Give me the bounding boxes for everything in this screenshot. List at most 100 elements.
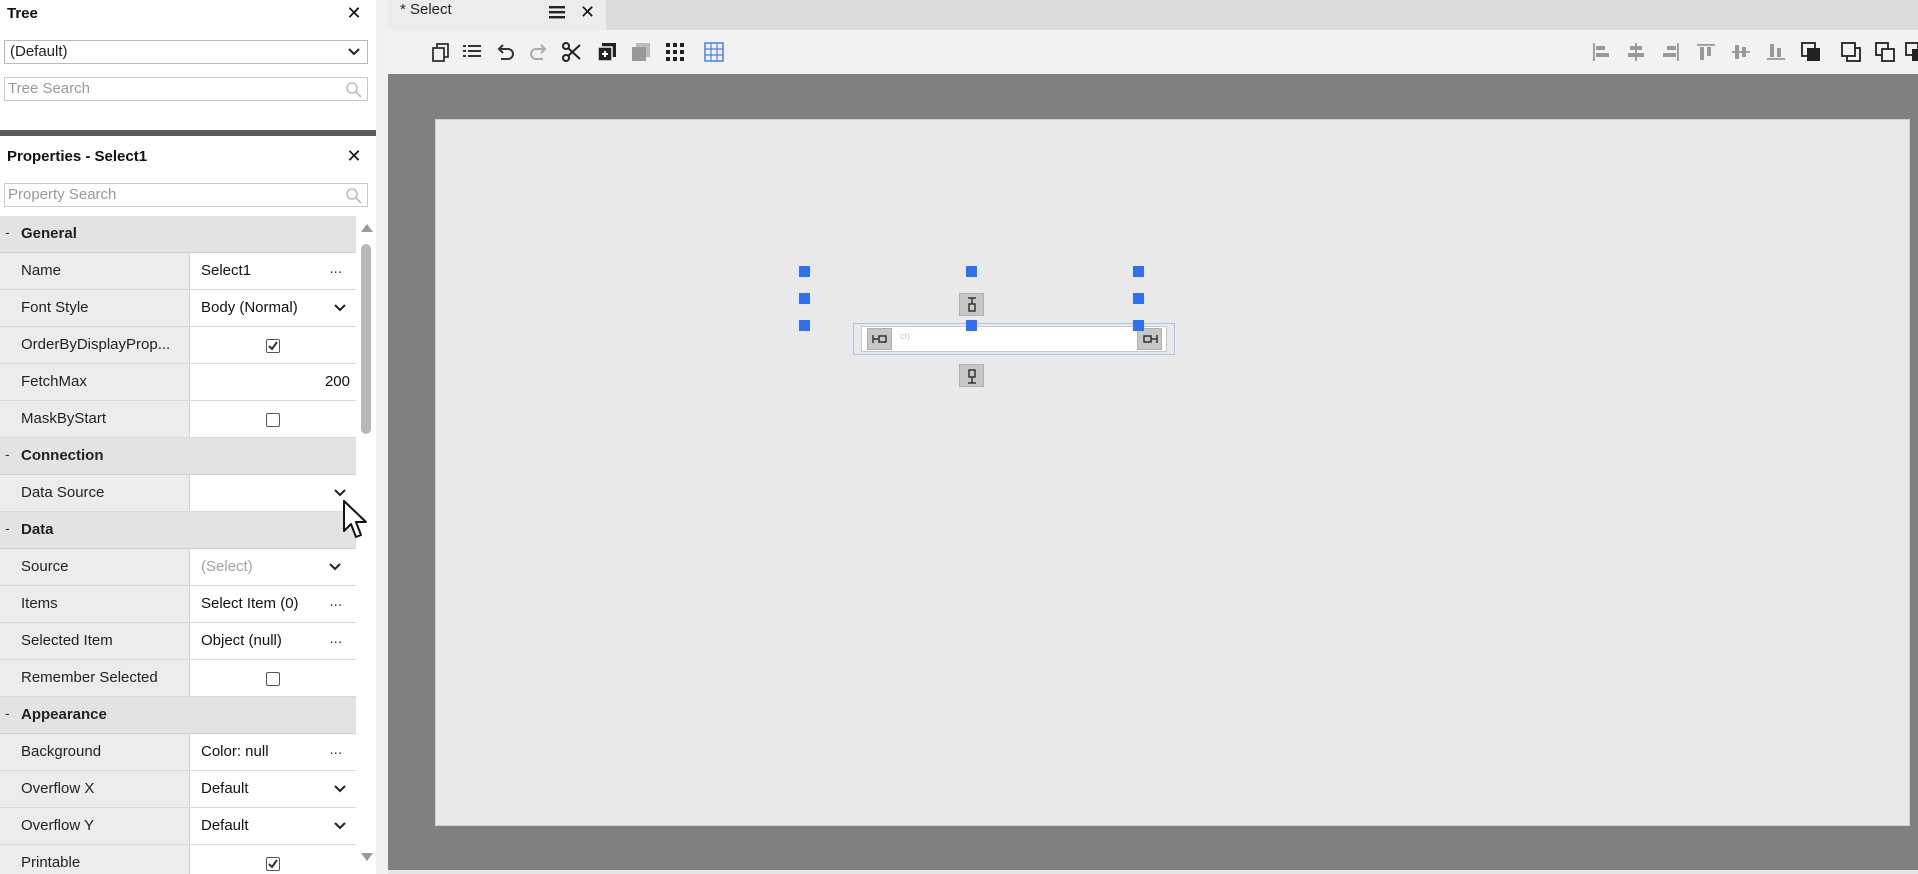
property-label: FetchMax [0, 364, 190, 400]
property-row-items: Items Select Item (0) ... [0, 586, 356, 623]
tree-view-dropdown[interactable]: (Default) [4, 40, 368, 64]
tree-search-placeholder: Tree Search [8, 80, 90, 97]
property-search-input[interactable]: Property Search [4, 183, 368, 207]
property-value: Select Item (0) [201, 595, 299, 612]
hamburger-menu-icon[interactable] [548, 3, 566, 21]
scroll-down-arrow-icon[interactable] [361, 853, 373, 861]
copy-icon[interactable] [429, 40, 453, 64]
list-icon[interactable] [460, 40, 484, 64]
selected-item-field[interactable]: Object (null) ... [191, 623, 356, 659]
property-label: Selected Item [0, 623, 190, 659]
resize-handle-right[interactable] [1133, 293, 1144, 304]
property-value: (Select) [201, 558, 253, 575]
bring-front-icon[interactable] [1799, 40, 1823, 64]
undo-icon[interactable] [493, 40, 517, 64]
resize-handle-top-right[interactable] [1133, 266, 1144, 277]
designer-window: Tree ✕ (Default) Tree Search Properties … [0, 0, 1918, 874]
property-row-order-by-display: OrderByDisplayProp... [0, 327, 356, 364]
chevron-down-icon [334, 785, 346, 793]
edit-ellipsis-button[interactable]: ... [329, 253, 342, 285]
edit-ellipsis-button[interactable]: ... [329, 623, 342, 655]
bottom-anchor-icon[interactable] [959, 364, 984, 387]
align-right-icon[interactable] [1659, 40, 1683, 64]
font-style-dropdown[interactable]: Body (Normal) [191, 290, 356, 326]
property-row-overflow-x: Overflow X Default [0, 771, 356, 808]
select-placeholder: ct) [900, 331, 910, 341]
order-by-checkbox[interactable] [266, 339, 280, 353]
property-value: Default [201, 780, 249, 797]
mask-by-start-checkbox[interactable] [266, 413, 280, 427]
panel-splitter[interactable] [0, 130, 376, 136]
edit-ellipsis-button[interactable]: ... [329, 586, 342, 618]
resize-handle-bottom-left[interactable] [799, 320, 810, 331]
section-general[interactable]: - General [0, 216, 356, 253]
design-page[interactable]: ct) [435, 119, 1910, 826]
fetch-max-field[interactable]: 200 [191, 364, 356, 400]
section-connection[interactable]: - Connection [0, 438, 356, 475]
remember-selected-checkbox[interactable] [266, 672, 280, 686]
data-source-dropdown[interactable] [191, 475, 356, 511]
resize-handle-bottom-right[interactable] [1133, 320, 1144, 331]
right-anchor-icon[interactable] [1137, 328, 1162, 350]
scroll-up-arrow-icon[interactable] [361, 224, 373, 232]
tab-select[interactable]: * Select ✕ [388, 0, 606, 30]
property-grid-scrollbar[interactable] [356, 216, 376, 874]
property-row-font-style: Font Style Body (Normal) [0, 290, 356, 327]
name-field[interactable]: Select1 ... [191, 253, 356, 289]
section-appearance[interactable]: - Appearance [0, 697, 356, 734]
property-label: OrderByDisplayProp... [0, 327, 190, 363]
items-field[interactable]: Select Item (0) ... [191, 586, 356, 622]
overflow-y-dropdown[interactable]: Default [191, 808, 356, 844]
align-center-icon[interactable] [1624, 40, 1648, 64]
align-bottom-icon[interactable] [1764, 40, 1788, 64]
snap-grid-icon[interactable] [702, 40, 726, 64]
panel-divider[interactable] [376, 0, 388, 874]
select-widget[interactable]: ct) [861, 326, 1167, 352]
tree-close-icon[interactable]: ✕ [344, 3, 364, 23]
printable-checkbox[interactable] [266, 857, 280, 871]
scrollbar-thumb[interactable] [361, 244, 371, 434]
resize-handle-top-left[interactable] [799, 266, 810, 277]
properties-close-icon[interactable]: ✕ [344, 146, 364, 166]
top-anchor-icon[interactable] [959, 293, 984, 316]
property-label: Source [0, 549, 190, 585]
section-title: Appearance [21, 706, 107, 723]
property-label: Background [0, 734, 190, 770]
property-label: Overflow X [0, 771, 190, 807]
property-label: Overflow Y [0, 808, 190, 844]
overflow-x-dropdown[interactable]: Default [191, 771, 356, 807]
edit-ellipsis-button[interactable]: ... [329, 734, 342, 766]
group-icon[interactable] [1873, 40, 1897, 64]
cut-icon[interactable] [560, 40, 584, 64]
redo-icon[interactable] [527, 40, 551, 64]
align-top-icon[interactable] [1694, 40, 1718, 64]
collapse-icon: - [5, 224, 10, 240]
property-row-selected-item: Selected Item Object (null) ... [0, 623, 356, 660]
resize-handle-left[interactable] [799, 293, 810, 304]
tab-close-icon[interactable]: ✕ [580, 2, 595, 23]
search-icon [346, 188, 362, 204]
design-canvas-area[interactable]: ct) [388, 74, 1918, 874]
section-data[interactable]: - Data [0, 512, 356, 549]
ungroup-icon[interactable] [1903, 40, 1918, 64]
section-title: General [21, 225, 77, 242]
property-search-placeholder: Property Search [8, 186, 117, 203]
grid-dots-icon[interactable] [663, 40, 687, 64]
property-value: Default [201, 817, 249, 834]
chevron-down-icon [334, 304, 346, 312]
align-left-icon[interactable] [1589, 40, 1613, 64]
chevron-down-icon [348, 48, 360, 56]
source-dropdown[interactable]: (Select) [191, 549, 356, 585]
resize-handle-bottom[interactable] [966, 320, 977, 331]
background-field[interactable]: Color: null ... [191, 734, 356, 770]
property-value: Color: null [201, 743, 269, 760]
resize-handle-top[interactable] [966, 266, 977, 277]
align-middle-icon[interactable] [1729, 40, 1753, 64]
send-back-icon[interactable] [1839, 40, 1863, 64]
property-value: Object (null) [201, 632, 282, 649]
paste-icon[interactable] [595, 40, 619, 64]
layer-icon[interactable] [629, 40, 653, 64]
property-label: Items [0, 586, 190, 622]
left-anchor-icon[interactable] [867, 328, 892, 350]
tree-search-input[interactable]: Tree Search [4, 77, 368, 101]
